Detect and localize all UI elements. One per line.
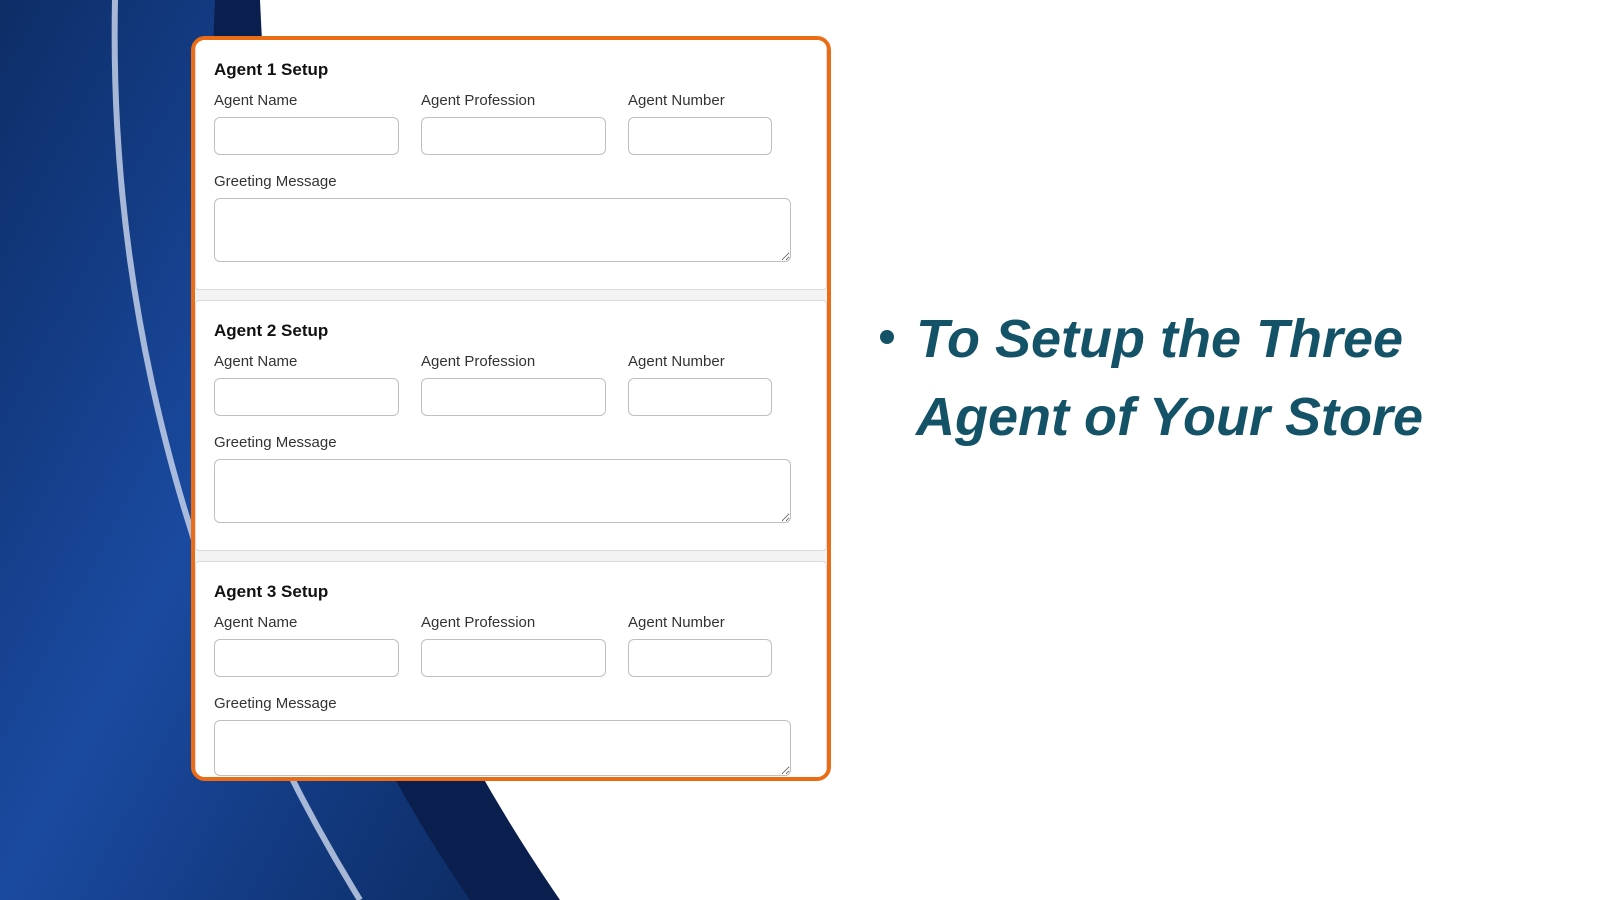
slide-bullet-text: To Setup the Three Agent of Your Store — [916, 300, 1560, 457]
agent-1-name-input[interactable] — [214, 117, 399, 155]
agent-2-number-label: Agent Number — [628, 353, 772, 370]
agent-3-greeting-label: Greeting Message — [214, 695, 808, 712]
agent-3-title: Agent 3 Setup — [214, 582, 808, 602]
agent-1-name-label: Agent Name — [214, 92, 399, 109]
agent-1-number-input[interactable] — [628, 117, 772, 155]
agent-1-profession-label: Agent Profession — [421, 92, 606, 109]
agent-1-greeting-input[interactable] — [214, 198, 791, 262]
agent-3-greeting-input[interactable] — [214, 720, 791, 776]
agent-1-greeting-label: Greeting Message — [214, 173, 808, 190]
agent-2-card: Agent 2 Setup Agent Name Agent Professio… — [195, 300, 827, 551]
agent-2-title: Agent 2 Setup — [214, 321, 808, 341]
agent-3-name-label: Agent Name — [214, 614, 399, 631]
agent-2-profession-input[interactable] — [421, 378, 606, 416]
slide-bullet: To Setup the Three Agent of Your Store — [880, 300, 1560, 457]
bullet-dot-icon — [880, 330, 894, 344]
agents-setup-panel: Agent 1 Setup Agent Name Agent Professio… — [191, 36, 831, 781]
agent-3-number-input[interactable] — [628, 639, 772, 677]
agent-3-card: Agent 3 Setup Agent Name Agent Professio… — [195, 561, 827, 781]
agent-2-name-label: Agent Name — [214, 353, 399, 370]
agent-3-name-input[interactable] — [214, 639, 399, 677]
agent-3-profession-label: Agent Profession — [421, 614, 606, 631]
agent-2-number-input[interactable] — [628, 378, 772, 416]
agent-2-profession-label: Agent Profession — [421, 353, 606, 370]
agent-3-profession-input[interactable] — [421, 639, 606, 677]
agent-2-name-input[interactable] — [214, 378, 399, 416]
agent-1-profession-input[interactable] — [421, 117, 606, 155]
agent-2-greeting-input[interactable] — [214, 459, 791, 523]
agent-1-card: Agent 1 Setup Agent Name Agent Professio… — [195, 40, 827, 290]
agent-2-greeting-label: Greeting Message — [214, 434, 808, 451]
agent-1-number-label: Agent Number — [628, 92, 772, 109]
agent-1-title: Agent 1 Setup — [214, 60, 808, 80]
agent-3-number-label: Agent Number — [628, 614, 772, 631]
